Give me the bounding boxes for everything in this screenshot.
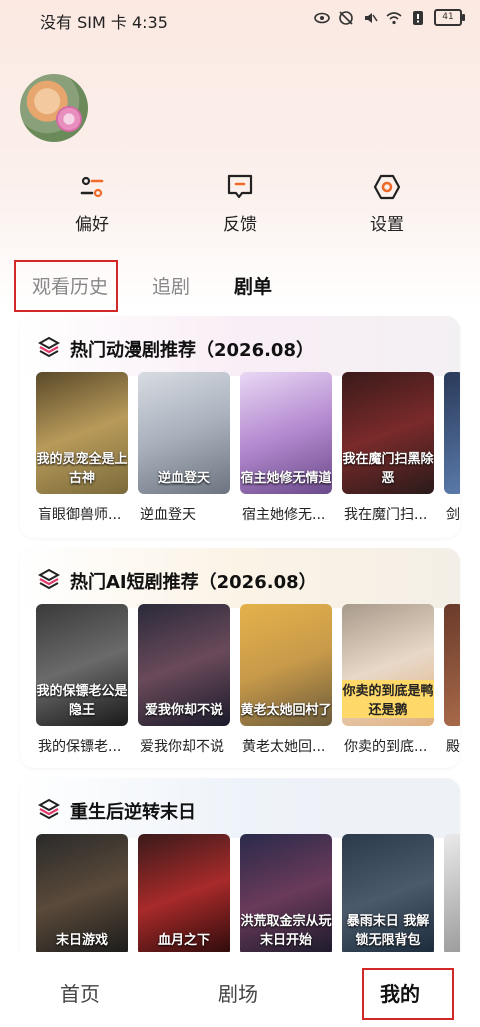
poster-text: 暴雨末日 我解锁无限背包 bbox=[346, 914, 430, 948]
section-card: 热门动漫剧推荐（2026.08） 我的灵宠全是上古神 盲眼御兽师... 逆血登天… bbox=[20, 316, 460, 538]
feedback-icon bbox=[227, 174, 253, 199]
preferences-label: 偏好 bbox=[75, 215, 109, 235]
poster-row: 末日游戏 血月之下 洪荒取金宗从玩末日开始 暴雨末日 我解锁无限背包 bbox=[36, 834, 460, 968]
avatar-flower-decoration bbox=[56, 106, 82, 132]
poster-title[interactable]: 我在魔门扫... bbox=[344, 504, 438, 524]
status-bar: 没有 SIM 卡 4:35 41 bbox=[0, 0, 480, 36]
tab-playlist[interactable]: 剧单 bbox=[234, 272, 272, 299]
nav-theater[interactable]: 剧场 bbox=[218, 978, 258, 1007]
feedback-button[interactable]: 反馈 bbox=[200, 172, 280, 235]
poster-card[interactable]: 暴雨末日 我解锁无限背包 bbox=[342, 834, 434, 956]
battery-icon: 41 bbox=[434, 9, 465, 26]
poster-title[interactable]: 盲眼御兽师... bbox=[38, 504, 132, 524]
quick-actions: 偏好 反馈 设置 bbox=[0, 172, 480, 242]
layers-icon bbox=[38, 568, 60, 590]
poster-card[interactable]: 末日游戏 bbox=[36, 834, 128, 956]
poster-card[interactable]: 我在魔门扫黑除恶 bbox=[342, 372, 434, 494]
feedback-label: 反馈 bbox=[223, 215, 257, 235]
poster-title[interactable]: 你卖的到底... bbox=[344, 736, 438, 756]
poster-card[interactable]: 逆血登天 bbox=[138, 372, 230, 494]
poster-text: 逆血登天 bbox=[157, 471, 210, 486]
poster-title[interactable]: 宿主她修无... bbox=[242, 504, 336, 524]
preferences-icon bbox=[80, 176, 104, 198]
layers-icon bbox=[38, 336, 60, 358]
status-carrier-time: 没有 SIM 卡 4:35 bbox=[40, 13, 168, 32]
section-title: 热门动漫剧推荐（2026.08） bbox=[70, 340, 314, 361]
poster-text: 血月之下 bbox=[157, 933, 210, 948]
poster-card[interactable]: 爱我你却不说 bbox=[138, 604, 230, 726]
mute-icon bbox=[365, 12, 378, 23]
preferences-button[interactable]: 偏好 bbox=[52, 172, 132, 235]
highlight-box-watch-history bbox=[14, 260, 118, 312]
poster-text: 我的保镖老公是隐王 bbox=[36, 684, 128, 718]
section-title: 重生后逆转末日 bbox=[70, 802, 196, 823]
poster-title[interactable]: 殿... bbox=[446, 736, 460, 756]
wifi-icon bbox=[386, 11, 402, 24]
poster-card[interactable] bbox=[444, 604, 460, 726]
settings-icon bbox=[373, 174, 401, 200]
poster-card[interactable]: 血月之下 bbox=[138, 834, 230, 956]
poster-card[interactable] bbox=[444, 372, 460, 494]
poster-title[interactable]: 逆血登天 bbox=[140, 504, 234, 524]
alert-icon bbox=[413, 10, 423, 25]
poster-card[interactable]: 我的灵宠全是上古神 bbox=[36, 372, 128, 494]
poster-title[interactable]: 我的保镖老... bbox=[38, 736, 132, 756]
poster-card[interactable]: 宿主她修无情道 bbox=[240, 372, 332, 494]
tab-following[interactable]: 追剧 bbox=[152, 272, 190, 299]
highlight-box-mine bbox=[362, 968, 454, 1020]
poster-title[interactable]: 爱我你却不说 bbox=[140, 736, 234, 756]
poster-card[interactable]: 黄老太她回村了 bbox=[240, 604, 332, 726]
poster-title[interactable]: 剑... bbox=[446, 504, 460, 524]
poster-card[interactable]: 我的保镖老公是隐王 bbox=[36, 604, 128, 726]
poster-text: 宿主她修无情道 bbox=[240, 471, 332, 486]
avatar[interactable] bbox=[20, 74, 88, 142]
status-icons: 41 bbox=[314, 9, 465, 26]
nav-home[interactable]: 首页 bbox=[60, 978, 100, 1007]
poster-text: 我的灵宠全是上古神 bbox=[36, 452, 128, 486]
section-title: 热门AI短剧推荐（2026.08） bbox=[70, 572, 317, 593]
alarm-off-icon bbox=[339, 10, 353, 25]
poster-card[interactable]: 你卖的到底是鸭还是鹅 bbox=[342, 604, 434, 726]
settings-button[interactable]: 设置 bbox=[347, 172, 427, 235]
eye-icon bbox=[314, 12, 330, 23]
settings-label: 设置 bbox=[370, 215, 404, 235]
poster-text: 你卖的到底是鸭还是鹅 bbox=[342, 680, 434, 718]
poster-card[interactable] bbox=[444, 834, 460, 956]
layers-icon bbox=[38, 798, 60, 820]
poster-text: 末日游戏 bbox=[55, 933, 108, 948]
poster-card[interactable]: 洪荒取金宗从玩末日开始 bbox=[240, 834, 332, 956]
poster-row: 我的灵宠全是上古神 盲眼御兽师... 逆血登天 逆血登天 宿主她修无情道 宿主她… bbox=[36, 372, 460, 524]
poster-text: 洪荒取金宗从玩末日开始 bbox=[240, 914, 332, 948]
poster-text: 爱我你却不说 bbox=[144, 703, 223, 718]
section-card: 热门AI短剧推荐（2026.08） 我的保镖老公是隐王 我的保镖老... 爱我你… bbox=[20, 548, 460, 768]
poster-text: 黄老太她回村了 bbox=[240, 703, 332, 718]
poster-row: 我的保镖老公是隐王 我的保镖老... 爱我你却不说 爱我你却不说 黄老太她回村了… bbox=[36, 604, 460, 756]
section-card: 重生后逆转末日 末日游戏 血月之下 洪荒取金宗从玩末日开始 暴雨末日 我解锁无限… bbox=[20, 778, 460, 968]
poster-text: 我在魔门扫黑除恶 bbox=[342, 452, 434, 486]
poster-title[interactable]: 黄老太她回... bbox=[242, 736, 336, 756]
